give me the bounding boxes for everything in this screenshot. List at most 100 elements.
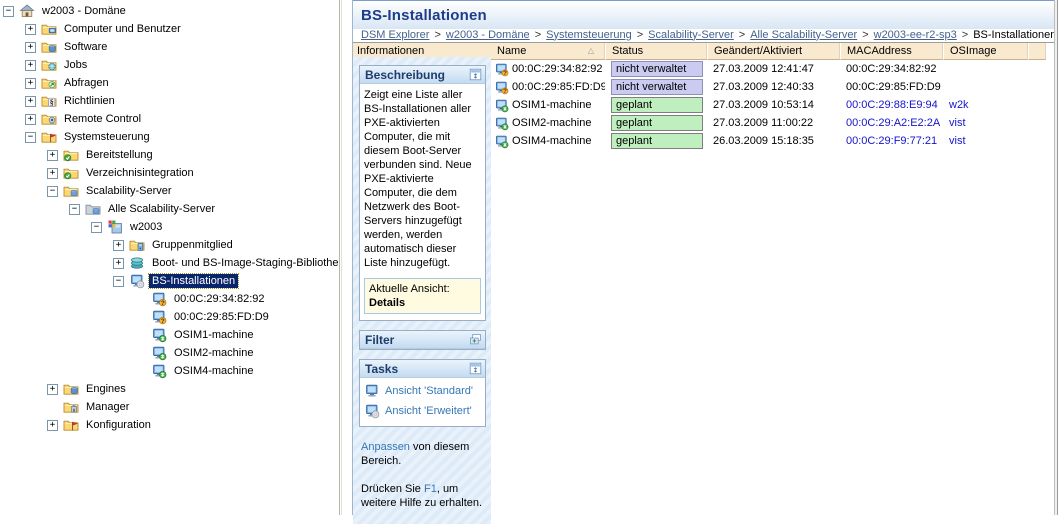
tree-item[interactable]: + Bereitstellung <box>0 146 339 164</box>
tree-expander-toggle[interactable]: − <box>69 204 80 215</box>
table-row[interactable]: OSIM4-machine geplant 26.03.2009 15:18:3… <box>491 132 1055 150</box>
tree-expander-toggle[interactable]: + <box>47 168 58 179</box>
cell-name[interactable]: OSIM4-machine <box>491 134 605 149</box>
tree-expander-toggle[interactable]: + <box>47 384 58 395</box>
tree-expander-toggle[interactable]: − <box>3 6 14 17</box>
tree-expander-toggle[interactable]: + <box>25 24 36 35</box>
tree-item[interactable]: + Computer und Benutzer <box>0 20 339 38</box>
tree-expander-toggle[interactable]: + <box>25 96 36 107</box>
tree-item[interactable]: + Jobs <box>0 56 339 74</box>
tree-item[interactable]: + Richtlinien <box>0 92 339 110</box>
table-row[interactable]: OSIM1-machine geplant 27.03.2009 10:53:1… <box>491 96 1055 114</box>
cell-status: geplant <box>605 133 707 149</box>
tree-expander-toggle[interactable]: + <box>25 60 36 71</box>
tree-item[interactable]: OSIM4-machine <box>0 362 339 380</box>
breadcrumb-link[interactable]: DSM Explorer <box>361 29 429 41</box>
task-link[interactable]: Ansicht 'Erweitert' <box>364 401 483 421</box>
window-edge-splitter[interactable] <box>1054 0 1058 515</box>
tree-item[interactable]: + Abfragen <box>0 74 339 92</box>
tree-expander-toggle[interactable]: − <box>47 186 58 197</box>
cell-macaddress[interactable]: 00:0C:29:34:82:92 <box>840 63 943 75</box>
tree-item[interactable]: + Engines <box>0 380 339 398</box>
breadcrumb-link[interactable]: Systemsteuerung <box>546 29 632 41</box>
table-row[interactable]: 00:0C:29:34:82:92 nicht verwaltet 27.03.… <box>491 60 1055 78</box>
tree-expander-toggle[interactable]: + <box>25 114 36 125</box>
cell-name[interactable]: OSIM2-machine <box>491 116 605 131</box>
machine-name: OSIM1-machine <box>512 99 591 111</box>
cell-macaddress[interactable]: 00:0C:29:85:FD:D9 <box>840 81 943 93</box>
machine-icon <box>494 98 509 113</box>
cell-name[interactable]: 00:0C:29:85:FD:D9 <box>491 80 605 95</box>
cascade-expand-icon[interactable] <box>469 333 482 346</box>
column-header-osimage[interactable]: OSImage <box>943 43 1028 60</box>
tree-expander-toggle[interactable]: − <box>113 276 124 287</box>
tree-item[interactable]: OSIM1-machine <box>0 326 339 344</box>
window-shade-icon[interactable] <box>469 68 482 81</box>
tree-item-label: Alle Scalability-Server <box>105 202 218 216</box>
tree-item[interactable]: + Software <box>0 38 339 56</box>
table-row[interactable]: 00:0C:29:85:FD:D9 nicht verwaltet 27.03.… <box>491 78 1055 96</box>
cell-name[interactable]: OSIM1-machine <box>491 98 605 113</box>
table-row[interactable]: OSIM2-machine geplant 27.03.2009 11:00:2… <box>491 114 1055 132</box>
tree-item[interactable]: − BS-Installationen <box>0 272 339 290</box>
column-header-stub <box>1028 43 1046 60</box>
machine-name: OSIM2-machine <box>512 117 591 129</box>
tree-expander-toggle[interactable]: − <box>25 132 36 143</box>
cell-name[interactable]: 00:0C:29:34:82:92 <box>491 62 605 77</box>
breadcrumb-link[interactable]: Alle Scalability-Server <box>750 29 857 41</box>
f1-help-link[interactable]: F1 <box>424 483 437 495</box>
cell-modified: 27.03.2009 10:53:14 <box>707 99 840 111</box>
task-link[interactable]: Ansicht 'Standard' <box>364 381 483 401</box>
column-header-status[interactable]: Status <box>605 43 707 60</box>
tree-item[interactable]: 00:0C:29:85:FD:D9 <box>0 308 339 326</box>
tree-item[interactable]: − Scalability-Server <box>0 182 339 200</box>
cell-osimage[interactable]: vist <box>943 117 1028 129</box>
tree-item[interactable]: − Systemsteuerung <box>0 128 339 146</box>
window-shade-icon[interactable] <box>469 362 482 375</box>
status-badge: nicht verwaltet <box>611 61 703 77</box>
cell-macaddress[interactable]: 00:0C:29:A2:E2:2A <box>840 117 943 129</box>
description-box: Beschreibung Zeigt eine Liste aller BS-I… <box>359 65 486 321</box>
breadcrumb-item: Scalability-Server > <box>648 29 750 41</box>
info-sidebar: Informationen Beschreibung Zeigt eine Li… <box>353 43 491 515</box>
tree-expander-toggle[interactable]: + <box>25 78 36 89</box>
tree-item-label: Boot- und BS-Image-Staging-Bibliothek <box>149 256 340 270</box>
tree-expander-toggle[interactable]: + <box>113 258 124 269</box>
tree-item[interactable]: + Gruppenmitglied <box>0 236 339 254</box>
breadcrumb-link[interactable]: BS-Installationen <box>973 29 1054 41</box>
tree-item-icon <box>151 345 167 361</box>
column-header-name[interactable]: Name △ <box>491 43 605 60</box>
tree-expander-toggle[interactable]: + <box>25 42 36 53</box>
tree-expander-toggle[interactable]: − <box>91 222 102 233</box>
tree-item[interactable]: + Konfiguration <box>0 416 339 434</box>
tree-item[interactable]: 00:0C:29:34:82:92 <box>0 290 339 308</box>
tree-item[interactable]: − w2003 <box>0 218 339 236</box>
tree-item-label: Remote Control <box>61 112 144 126</box>
tree-item[interactable]: OSIM2-machine <box>0 344 339 362</box>
current-view-value: Details <box>369 296 476 310</box>
tree-expander-toggle[interactable]: + <box>47 150 58 161</box>
tree-item-icon <box>63 399 79 415</box>
machine-icon <box>494 134 509 149</box>
tree-item[interactable]: Manager <box>0 398 339 416</box>
customize-link[interactable]: Anpassen <box>361 441 410 453</box>
tasks-list: Ansicht 'Standard' Ansicht 'Erweitert' <box>360 378 485 426</box>
tree-item[interactable]: + Verzeichnisintegration <box>0 164 339 182</box>
tree-item[interactable]: − Alle Scalability-Server <box>0 200 339 218</box>
panel-splitter[interactable] <box>341 0 352 515</box>
cell-osimage[interactable]: vist <box>943 135 1028 147</box>
cell-macaddress[interactable]: 00:0C:29:F9:77:21 <box>840 135 943 147</box>
status-badge: geplant <box>611 133 703 149</box>
tree-expander-toggle[interactable]: + <box>47 420 58 431</box>
tree-expander-toggle[interactable]: + <box>113 240 124 251</box>
breadcrumb-link[interactable]: Scalability-Server <box>648 29 734 41</box>
breadcrumb-link[interactable]: w2003 - Domäne <box>446 29 530 41</box>
breadcrumb-link[interactable]: w2003-ee-r2-sp3 <box>874 29 957 41</box>
tree-item[interactable]: + Boot- und BS-Image-Staging-Bibliothek <box>0 254 339 272</box>
cell-macaddress[interactable]: 00:0C:29:88:E9:94 <box>840 99 943 111</box>
column-header-macaddress[interactable]: MACAddress <box>840 43 943 60</box>
tree-item[interactable]: − w2003 - Domäne <box>0 2 339 20</box>
tree-item[interactable]: + Remote Control <box>0 110 339 128</box>
column-header-modified[interactable]: Geändert/Aktiviert <box>707 43 840 60</box>
cell-osimage[interactable]: w2k <box>943 99 1028 111</box>
